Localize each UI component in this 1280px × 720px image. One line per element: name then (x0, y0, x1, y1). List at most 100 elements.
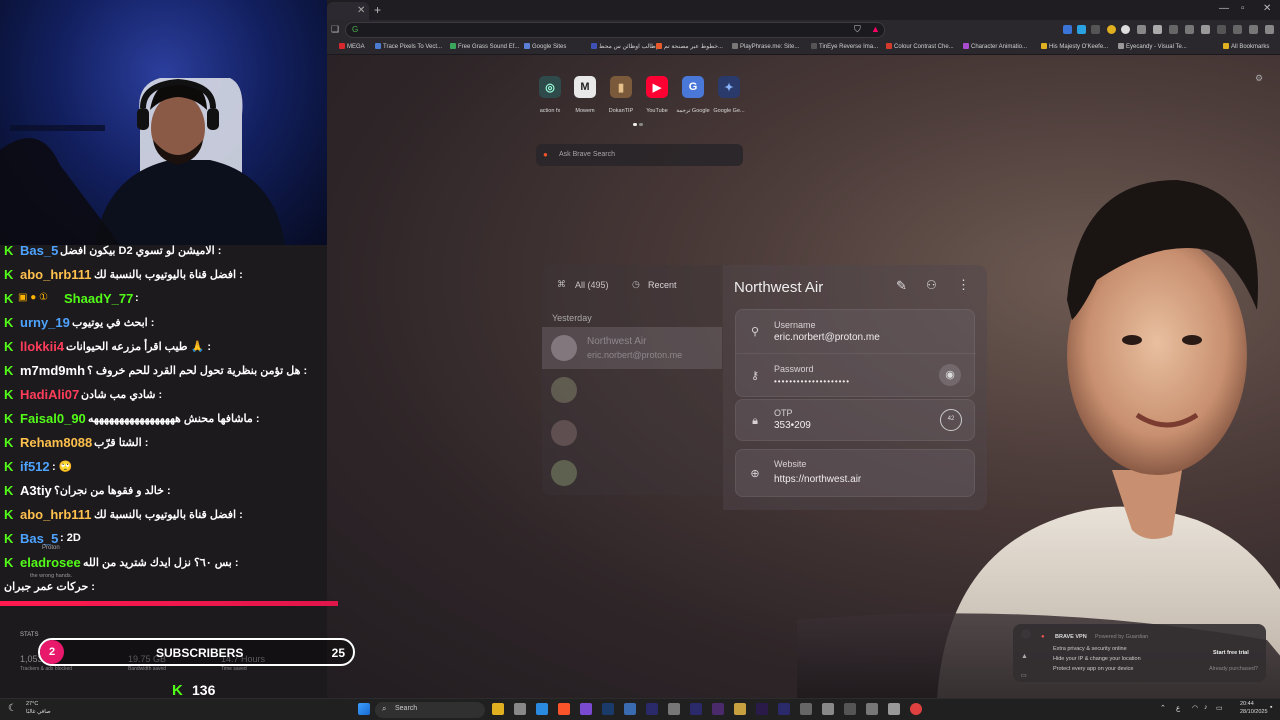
chat-username[interactable]: ShaadY_77 (64, 291, 133, 306)
shortcut-tile[interactable]: ✦ Google Ge... (709, 76, 749, 114)
app-icon[interactable] (668, 703, 680, 715)
premiere-icon[interactable] (756, 703, 768, 715)
start-trial-button[interactable]: Start free trial (1213, 650, 1249, 656)
tray-chevron-icon[interactable]: ⌃ (1160, 704, 1166, 712)
bookmark-5[interactable]: خطوط عبر مصنحة تم... (656, 43, 723, 50)
app-icon[interactable] (734, 703, 746, 715)
chat-username[interactable]: abo_hrb111 (20, 507, 92, 522)
list-item[interactable]: Northwest Air eric.norbert@proton.me (542, 327, 722, 369)
battery-icon[interactable]: ▭ (1216, 704, 1223, 712)
app-icon[interactable] (888, 703, 900, 715)
list-item[interactable] (551, 420, 577, 446)
bookmark-2[interactable]: Free Grass Sound Ef... (450, 43, 519, 50)
bookmark-icon[interactable]: ❑ (331, 24, 339, 35)
close-vpn-icon[interactable] (1021, 629, 1031, 639)
audition-icon[interactable] (778, 703, 790, 715)
already-purchased-link[interactable]: Already purchased? (1209, 666, 1258, 672)
bookmark-8[interactable]: Colour Contrast Che... (886, 43, 954, 50)
notification-icon[interactable]: ▪ (1270, 704, 1272, 711)
bookmark-9[interactable]: Character Animatio... (963, 43, 1027, 50)
extension-icon[interactable] (1185, 25, 1194, 34)
brave-rewards-icon[interactable]: ▲ (871, 24, 880, 34)
close-tab-icon[interactable]: ✕ (357, 5, 365, 16)
chat-username[interactable]: HadiAli07 (20, 387, 79, 402)
pagination-dot[interactable] (639, 123, 643, 126)
after-effects-icon[interactable] (690, 703, 702, 715)
chat-username[interactable]: Bas_5 (20, 531, 58, 546)
clock-date[interactable]: 28/10/2025 (1240, 709, 1268, 715)
address-bar[interactable]: G ⛉ ▲ (345, 22, 885, 38)
visual-studio-icon[interactable] (580, 703, 592, 715)
vscode-icon[interactable] (536, 703, 548, 715)
bookmark-7[interactable]: TinEye Reverse Ima... (811, 43, 878, 50)
extension-icon[interactable] (1137, 25, 1146, 34)
taskbar-search[interactable]: ⌕ Search (375, 702, 485, 718)
username-value[interactable]: eric.norbert@proton.me (774, 332, 880, 343)
pagination-dot[interactable] (633, 123, 637, 126)
photoshop-icon[interactable] (602, 703, 614, 715)
brave-search-box[interactable]: ● Ask Brave Search (536, 144, 743, 166)
brave-shield-icon[interactable]: ⛉ (854, 24, 861, 35)
shortcut-tile[interactable]: ▶ YouTube (637, 76, 677, 114)
edit-icon[interactable]: ✎ (896, 278, 907, 294)
app-icon[interactable] (624, 703, 636, 715)
new-tab-button[interactable]: + (374, 3, 381, 17)
chat-username[interactable]: if512 (20, 459, 50, 474)
extension-icon[interactable] (1077, 25, 1086, 34)
extension-icon[interactable] (1107, 25, 1116, 34)
start-icon[interactable] (358, 703, 370, 715)
shortcut-tile[interactable]: G ترجمة Google (673, 76, 713, 114)
app-icon[interactable] (514, 703, 526, 715)
maximize-icon[interactable]: ▫ (1241, 3, 1245, 14)
extension-icon[interactable] (1201, 25, 1210, 34)
active-tab[interactable]: ✕ (327, 2, 369, 20)
media-encoder-icon[interactable] (712, 703, 724, 715)
tab-recent[interactable]: Recent (648, 280, 677, 290)
app-icon[interactable] (822, 703, 834, 715)
brave-icon[interactable] (558, 703, 570, 715)
menu-icon[interactable] (1249, 25, 1258, 34)
extension-icon[interactable] (1233, 25, 1242, 34)
extension-icon[interactable] (1217, 25, 1226, 34)
app-icon[interactable] (866, 703, 878, 715)
extension-icon[interactable] (1121, 25, 1130, 34)
keyboard-lang[interactable]: ع (1176, 704, 1180, 712)
share-people-icon[interactable]: ⚇ (926, 278, 937, 292)
bookmark-6[interactable]: PlayPhrase.me: Site... (732, 43, 799, 50)
file-explorer-icon[interactable] (492, 703, 504, 715)
list-item[interactable] (551, 377, 577, 403)
settings-gear-icon[interactable]: ⚙ (1255, 73, 1263, 84)
shortcut-tile[interactable]: ▮ DokanTIP (601, 76, 641, 114)
chat-username[interactable]: m7md9mh (20, 363, 85, 378)
extension-icon[interactable] (1091, 25, 1100, 34)
weather-temp[interactable]: 27°C (26, 701, 38, 707)
more-options-icon[interactable]: ⋮ (957, 277, 970, 293)
menu-icon[interactable] (1265, 25, 1274, 34)
chat-username[interactable]: abo_hrb111 (20, 267, 92, 282)
clock-time[interactable]: 20:44 (1240, 701, 1254, 707)
chat-username[interactable]: A3tiy (20, 483, 52, 498)
list-item[interactable] (551, 460, 577, 486)
bookmark-10[interactable]: His Majesty O'Keefe... (1041, 43, 1108, 50)
extension-icon[interactable] (1063, 25, 1072, 34)
bookmark-11[interactable]: Eyecandy - Visual Te... (1118, 43, 1187, 50)
volume-icon[interactable]: ♪ (1204, 704, 1208, 711)
close-window-icon[interactable]: ✕ (1263, 3, 1271, 14)
chat-username[interactable]: Reham8088 (20, 435, 92, 450)
otp-value[interactable]: 353•209 (774, 420, 811, 431)
chat-username[interactable]: urny_19 (20, 315, 70, 330)
bookmark-4[interactable]: إطالب اوظائن س محط... (591, 43, 663, 50)
wifi-icon[interactable]: ◠ (1192, 704, 1198, 712)
extension-icon[interactable] (1169, 25, 1178, 34)
chat-username[interactable]: eladrosee (20, 555, 81, 570)
shortcut-tile[interactable]: ◎ action fx (530, 76, 570, 114)
bookmark-3[interactable]: Google Sites (524, 43, 566, 50)
chat-username[interactable]: llokkii4 (20, 339, 64, 354)
app-icon[interactable] (800, 703, 812, 715)
shortcut-tile[interactable]: M Mowem (565, 76, 605, 114)
tab-all[interactable]: All (495) (575, 280, 609, 290)
bookmark-1[interactable]: Trace Pixels To Vect... (375, 43, 442, 50)
bookmark-12[interactable]: All Bookmarks (1223, 43, 1269, 50)
app-icon[interactable] (844, 703, 856, 715)
chat-username[interactable]: Faisal0_90 (20, 411, 86, 426)
